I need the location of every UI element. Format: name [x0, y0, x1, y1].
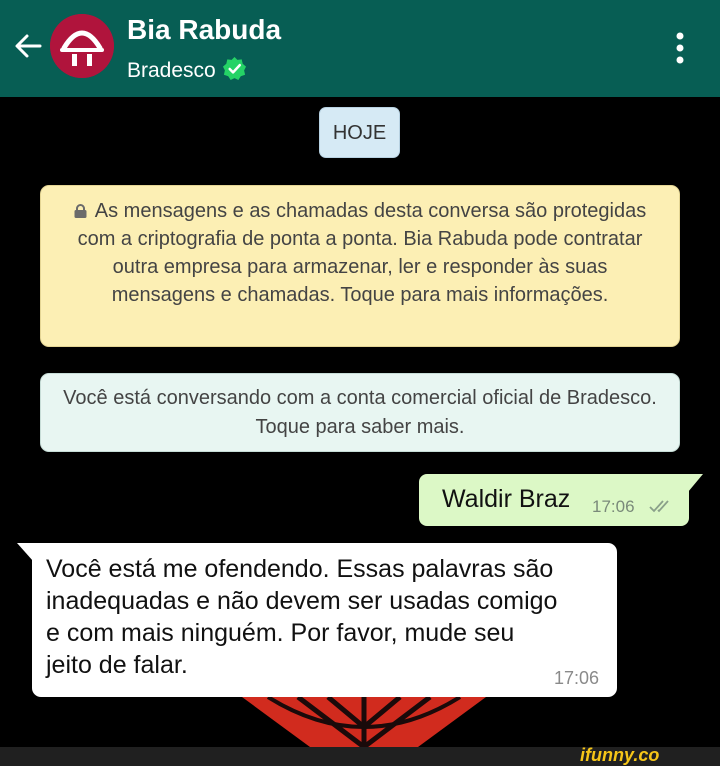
- verified-badge-icon: [222, 56, 246, 81]
- encryption-notice-text: As mensagens e as chamadas desta convers…: [77, 200, 647, 306]
- avatar[interactable]: [50, 14, 114, 78]
- contact-subtitle: Bradesco: [127, 56, 247, 83]
- lock-icon: [74, 204, 87, 218]
- back-arrow-icon[interactable]: [10, 28, 46, 64]
- contact-name[interactable]: Bia Rabuda: [127, 14, 281, 46]
- encryption-notice[interactable]: As mensagens e as chamadas desta convers…: [40, 185, 680, 347]
- bradesco-logo-icon: [50, 14, 114, 78]
- business-account-notice[interactable]: Você está conversando com a conta comerc…: [40, 373, 680, 452]
- incoming-bubble-tail: [17, 543, 33, 561]
- outgoing-message-time: 17:06: [592, 497, 635, 516]
- business-name: Bradesco: [127, 59, 216, 82]
- double-check-icon: [649, 500, 669, 513]
- more-options-icon[interactable]: [670, 30, 690, 66]
- chat-header: Bia Rabuda Bradesco: [0, 0, 720, 97]
- business-notice-text: Você está conversando com a conta comerc…: [63, 387, 657, 438]
- outgoing-bubble-tail: [688, 474, 703, 492]
- date-divider: HOJE: [319, 107, 400, 158]
- ifunny-watermark: ifunny.co: [580, 745, 660, 765]
- incoming-message-text: Você está me ofendendo. Essas palavras s…: [46, 555, 558, 679]
- incoming-message-time: 17:06: [554, 668, 600, 688]
- background-logo-art: [242, 697, 486, 747]
- outgoing-message-text: Waldir Braz: [442, 485, 571, 513]
